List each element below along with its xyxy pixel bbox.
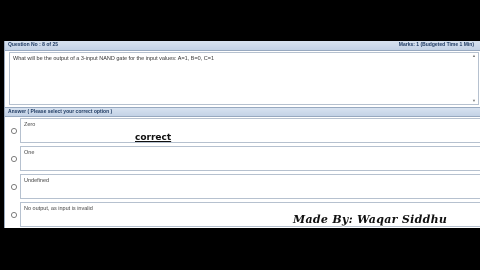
option-3: Undefined	[5, 174, 480, 199]
option-1-radio[interactable]	[11, 128, 17, 134]
question-number: Question No : 8 of 25	[8, 42, 59, 48]
scroll-up-icon[interactable]: ▲	[472, 54, 476, 58]
question-textarea[interactable]: What will be the output of a 3-input NAN…	[9, 52, 479, 105]
option-1-box: Zero	[20, 118, 480, 143]
option-3-label: Undefined	[24, 178, 50, 184]
question-header: Question No : 8 of 25 Marks: 1 (Budgeted…	[5, 41, 480, 51]
option-4-label: No output, as input is invalid	[24, 206, 93, 212]
marks-label: Marks: 1 (Budgeted Time 1 Min)	[398, 42, 474, 48]
quiz-panel: Question No : 8 of 25 Marks: 1 (Budgeted…	[4, 41, 480, 228]
question-text: What will be the output of a 3-input NAN…	[13, 56, 215, 62]
option-2-box: One	[20, 146, 480, 171]
answer-header-label: Answer ( Please select your correct opti…	[8, 109, 113, 115]
scroll-down-icon[interactable]: ▼	[472, 99, 476, 103]
option-1: Zero	[5, 118, 480, 143]
option-4-radio[interactable]	[11, 212, 17, 218]
option-3-radio[interactable]	[11, 184, 17, 190]
watermark-text: Made By: Waqar Siddhu	[293, 213, 448, 226]
option-2-radio[interactable]	[11, 156, 17, 162]
option-1-label: Zero	[24, 122, 36, 128]
correct-annotation: correct	[135, 133, 172, 143]
option-2: One	[5, 146, 480, 171]
option-3-box: Undefined	[20, 174, 480, 199]
answer-header: Answer ( Please select your correct opti…	[5, 107, 480, 117]
option-2-label: One	[24, 150, 35, 156]
